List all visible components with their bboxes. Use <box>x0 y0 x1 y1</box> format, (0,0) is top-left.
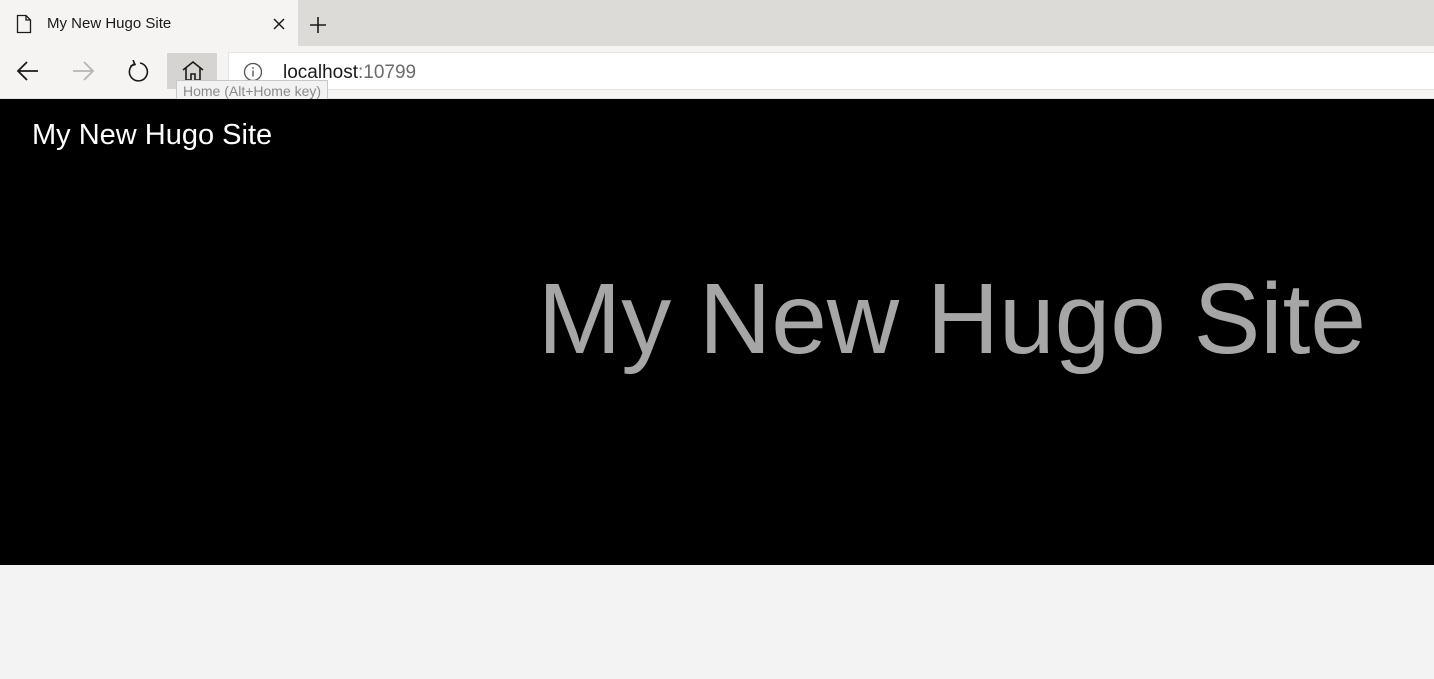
tab-strip: My New Hugo Site <box>0 0 1434 46</box>
hero-title: My New Hugo Site <box>537 263 1366 375</box>
new-tab-plus-icon[interactable] <box>309 16 327 34</box>
refresh-icon <box>128 60 149 82</box>
close-icon[interactable] <box>272 17 286 31</box>
site-logo-link[interactable]: My New Hugo Site <box>32 119 272 152</box>
url-port: :10799 <box>358 62 417 83</box>
home-icon <box>182 60 204 81</box>
refresh-button[interactable] <box>112 53 162 89</box>
page-body <box>0 565 1434 679</box>
hero-section: My New Hugo Site My New Hugo Site <box>0 99 1434 565</box>
info-icon[interactable] <box>243 62 263 82</box>
arrow-right-icon <box>73 61 95 81</box>
forward-button[interactable] <box>57 53 107 89</box>
back-button[interactable] <box>2 53 52 89</box>
address-bar[interactable]: localhost:10799 <box>228 52 1434 90</box>
page-icon <box>16 14 32 34</box>
tab-title: My New Hugo Site <box>47 15 172 32</box>
active-tab[interactable]: My New Hugo Site <box>0 0 298 46</box>
arrow-left-icon <box>16 61 38 81</box>
